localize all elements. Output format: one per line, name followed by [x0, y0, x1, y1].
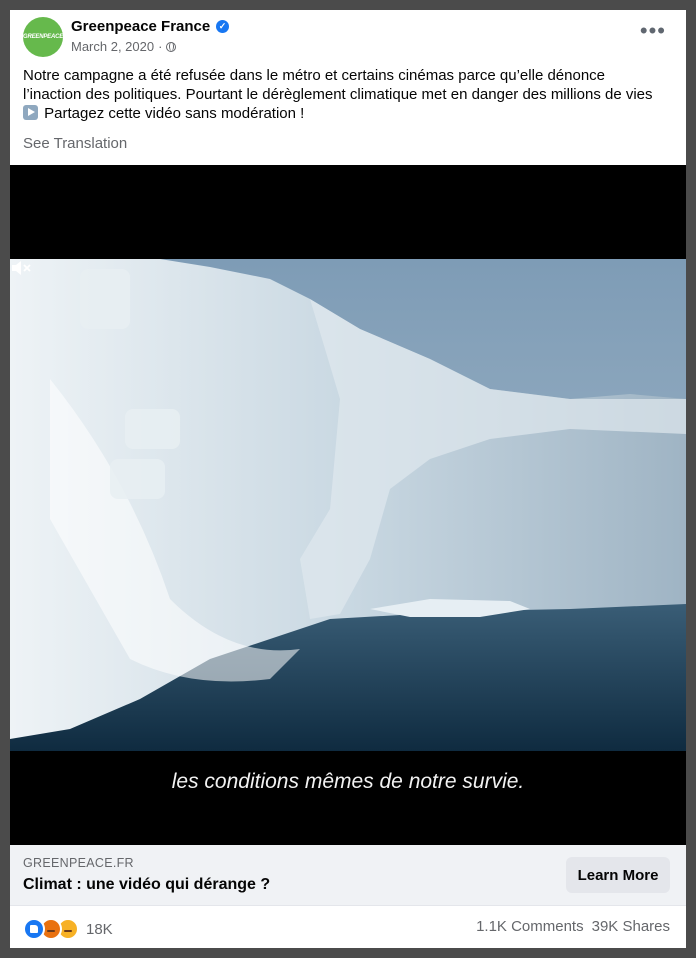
meta-separator: ·: [158, 39, 163, 54]
learn-more-button[interactable]: Learn More: [566, 857, 670, 893]
more-options-icon[interactable]: •••: [640, 20, 666, 42]
see-translation-link[interactable]: See Translation: [23, 135, 127, 152]
globe-icon: [166, 41, 177, 52]
video-player[interactable]: les conditions mêmes de notre survie.: [10, 165, 686, 845]
mute-icon[interactable]: [10, 259, 32, 277]
post-text: Notre campagne a été refusée dans le mét…: [23, 66, 663, 123]
reactions-summary[interactable]: 18K: [23, 918, 113, 940]
avatar-logo-text: GREENPEACE: [23, 34, 64, 40]
post-text-part1: Notre campagne a été refusée dans le mét…: [23, 67, 653, 103]
reaction-count: 18K: [86, 920, 113, 938]
post-meta: March 2, 2020 ·: [71, 39, 177, 54]
video-subtitle: les conditions mêmes de notre survie.: [171, 770, 525, 793]
link-title[interactable]: Climat : une vidéo qui dérange ?: [23, 876, 270, 894]
post-card: GREENPEACE Greenpeace France ✓ March 2, …: [10, 10, 686, 948]
video-frame-glacier: [10, 259, 686, 751]
link-preview[interactable]: GREENPEACE.FR Climat : une vidéo qui dér…: [10, 845, 686, 905]
link-domain: GREENPEACE.FR: [23, 856, 134, 870]
page-avatar[interactable]: GREENPEACE: [23, 17, 63, 57]
comments-count-link[interactable]: 1.1K Comments: [476, 918, 584, 935]
post-footer: 18K 1.1K Comments 39K Shares: [10, 905, 686, 948]
page-name-link[interactable]: Greenpeace France: [71, 18, 210, 35]
shares-count-link[interactable]: 39K Shares: [592, 918, 670, 935]
post-text-part2: Partagez cette vidéo sans modération !: [40, 105, 305, 122]
play-button-emoji-icon: [23, 105, 38, 120]
like-reaction-icon: [23, 918, 45, 940]
verified-badge-icon: ✓: [216, 20, 229, 33]
engagement-stats: 1.1K Comments 39K Shares: [476, 918, 670, 935]
post-date-link[interactable]: March 2, 2020: [71, 39, 154, 54]
